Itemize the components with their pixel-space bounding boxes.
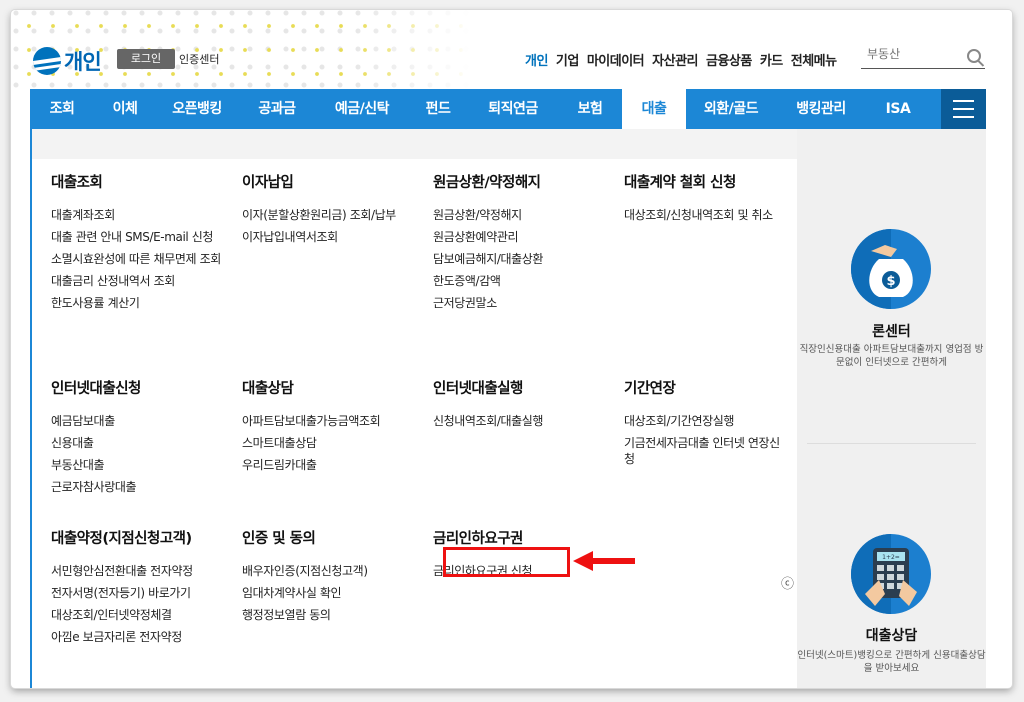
menu-openbanking[interactable]: 오픈뱅킹: [156, 89, 238, 129]
group-title: 원금상환/약정해지: [433, 175, 541, 191]
group-auth-consent: 인증 및 동의 배우자인증(지점신청고객) 임대차계약사실 확인 행정정보열람 …: [242, 527, 412, 629]
group-principal-repayment: 원금상환/약정해지 원금상환/약정해지 원금상환예약관리 담보예금해지/대출상환…: [433, 171, 603, 317]
menu-link[interactable]: 한도사용률 계산기: [51, 295, 221, 311]
menu-link[interactable]: 신청내역조회/대출실행: [433, 413, 603, 429]
login-button[interactable]: 로그인: [117, 49, 175, 69]
group-term-extension: 기간연장 대상조회/기간연장실행 기금전세자금대출 인터넷 연장신청: [624, 377, 784, 473]
highlight-box: [443, 547, 570, 577]
menu-link[interactable]: 대출계좌조회: [51, 207, 221, 223]
search-icon[interactable]: [967, 49, 981, 63]
group-interest-payment: 이자납입 이자(분할상환원리금) 조회/납부 이자납입내역서조회: [242, 171, 402, 251]
menu-link[interactable]: 스마트대출상담: [242, 435, 422, 451]
group-loan-consult: 대출상담 아파트담보대출가능금액조회 스마트대출상담 우리드림카대출: [242, 377, 422, 479]
main-menu-bar: 조회 이체 오픈뱅킹 공과금 예금/신탁 펀드 퇴직연금 보험 대출 외환/골드…: [30, 89, 986, 129]
top-nav-allmenu[interactable]: 전체메뉴: [791, 50, 837, 69]
menu-link[interactable]: 부동산대출: [51, 457, 221, 473]
menu-link[interactable]: 아파트담보대출가능금액조회: [242, 413, 422, 429]
group-loan-agreement: 대출약정(지점신청고객) 서민형안심전환대출 전자약정 전자서명(전자등기) 바…: [51, 527, 221, 651]
top-nav-asset[interactable]: 자산관리: [652, 50, 698, 69]
browser-frame: 개인 로그인 인증센터 개인 기업 마이데이터 자산관리 금융상품 카드 전체메…: [11, 10, 1012, 688]
loan-consult-title[interactable]: 대출상담: [797, 625, 986, 645]
group-title: 이자납입: [242, 175, 294, 191]
menu-link[interactable]: 대출 관련 안내 SMS/E-mail 신청: [51, 229, 221, 245]
svg-text:$: $: [886, 274, 895, 289]
menu-link[interactable]: 대출금리 산정내역서 조회: [51, 273, 221, 289]
menu-link[interactable]: 예금담보대출: [51, 413, 221, 429]
menu-link[interactable]: 전자서명(전자등기) 바로가기: [51, 585, 221, 601]
loan-consult-desc: 인터넷(스마트)뱅킹으로 간편하게 신용대출상담을 받아보세요: [797, 650, 986, 674]
top-nav-mydata[interactable]: 마이데이터: [587, 50, 645, 69]
menu-link[interactable]: 임대차계약사실 확인: [242, 585, 412, 601]
group-title: 대출계약 철회 신청: [624, 175, 736, 191]
top-nav-products[interactable]: 금융상품: [706, 50, 752, 69]
money-bag-icon[interactable]: $: [851, 229, 931, 309]
search-box: [861, 43, 985, 69]
top-nav-business[interactable]: 기업: [556, 50, 579, 69]
loan-center-title[interactable]: 론센터: [797, 321, 986, 341]
loan-dropdown-panel: 대출조회 대출계좌조회 대출 관련 안내 SMS/E-mail 신청 소멸시효완…: [30, 129, 986, 688]
group-title: 대출약정(지점신청고객): [51, 531, 192, 547]
bank-logo[interactable]: 개인: [33, 46, 102, 76]
menu-link[interactable]: 근로자참사랑대출: [51, 479, 221, 495]
cert-center-link[interactable]: 인증센터: [179, 51, 219, 67]
group-title: 대출조회: [51, 175, 103, 191]
menu-link[interactable]: 신용대출: [51, 435, 221, 451]
menu-pension[interactable]: 퇴직연금: [468, 89, 558, 129]
menu-isa[interactable]: ISA: [866, 89, 930, 129]
menu-banking-mgmt[interactable]: 뱅킹관리: [776, 89, 866, 129]
menu-inquiry[interactable]: 조회: [30, 89, 94, 129]
red-arrow-icon: [573, 551, 635, 571]
menu-link[interactable]: 이자(분할상환원리금) 조회/납부: [242, 207, 402, 223]
menu-deposit[interactable]: 예금/신탁: [316, 89, 408, 129]
side-divider: [807, 443, 976, 444]
menu-link[interactable]: 담보예금해지/대출상환: [433, 251, 603, 267]
menu-link[interactable]: 대상조회/신청내역조회 및 취소: [624, 207, 784, 223]
logo-mark-icon: [33, 47, 61, 75]
menu-link[interactable]: 근저당권말소: [433, 295, 603, 311]
group-title: 대출상담: [242, 381, 294, 397]
menu-forex[interactable]: 외환/골드: [686, 89, 776, 129]
calc-display-text: 1+2=: [882, 554, 900, 561]
menu-loan[interactable]: 대출: [622, 89, 686, 129]
top-nav: 개인 기업 마이데이터 자산관리 금융상품 카드 전체메뉴: [525, 50, 837, 69]
group-title: 금리인하요구권: [433, 531, 523, 547]
menu-link[interactable]: 한도증액/감액: [433, 273, 603, 289]
group-contract-withdrawal: 대출계약 철회 신청 대상조회/신청내역조회 및 취소: [624, 171, 784, 229]
menu-link[interactable]: 이자납입내역서조회: [242, 229, 402, 245]
group-title: 인터넷대출실행: [433, 381, 523, 397]
calculator-icon[interactable]: 1+2=: [851, 534, 931, 614]
menu-link[interactable]: 원금상환/약정해지: [433, 207, 603, 223]
group-loan-inquiry: 대출조회 대출계좌조회 대출 관련 안내 SMS/E-mail 신청 소멸시효완…: [51, 171, 221, 317]
group-internet-loan-apply: 인터넷대출신청 예금담보대출 신용대출 부동산대출 근로자참사랑대출: [51, 377, 221, 501]
menu-link[interactable]: 원금상환예약관리: [433, 229, 603, 245]
menu-fund[interactable]: 펀드: [408, 89, 468, 129]
loan-center-desc: 직장인신용대출 아파트담보대출까지 영업점 방문없이 인터넷으로 간편하게: [799, 344, 984, 368]
menu-link[interactable]: 행정정보열람 동의: [242, 607, 412, 623]
menu-link[interactable]: 소멸시효완성에 따른 채무면제 조회: [51, 251, 221, 267]
search-input[interactable]: [861, 43, 967, 61]
menu-link[interactable]: 배우자인증(지점신청고객): [242, 563, 412, 579]
hamburger-menu-icon[interactable]: [941, 89, 986, 129]
top-nav-personal[interactable]: 개인: [525, 50, 548, 69]
logo-text: 개인: [64, 50, 102, 74]
menu-link[interactable]: 대상조회/인터넷약정체결: [51, 607, 221, 623]
group-internet-loan-exec: 인터넷대출실행 신청내역조회/대출실행: [433, 377, 603, 435]
menu-utility[interactable]: 공과금: [238, 89, 316, 129]
group-title: 기간연장: [624, 381, 676, 397]
menu-link[interactable]: 서민형안심전환대출 전자약정: [51, 563, 221, 579]
menu-transfer[interactable]: 이체: [94, 89, 156, 129]
menu-insurance[interactable]: 보험: [558, 89, 622, 129]
group-title: 인증 및 동의: [242, 531, 316, 547]
side-promo: $ 론센터 직장인신용대출 아파트담보대출까지 영업점 방문없이 인터넷으로 간…: [797, 129, 986, 688]
menu-link[interactable]: 우리드림카대출: [242, 457, 422, 473]
group-title: 인터넷대출신청: [51, 381, 141, 397]
menu-link[interactable]: 아낌e 보금자리론 전자약정: [51, 629, 221, 645]
menu-link[interactable]: 대상조회/기간연장실행: [624, 413, 784, 429]
menu-link[interactable]: 기금전세자금대출 인터넷 연장신청: [624, 435, 784, 467]
top-nav-card[interactable]: 카드: [760, 50, 783, 69]
